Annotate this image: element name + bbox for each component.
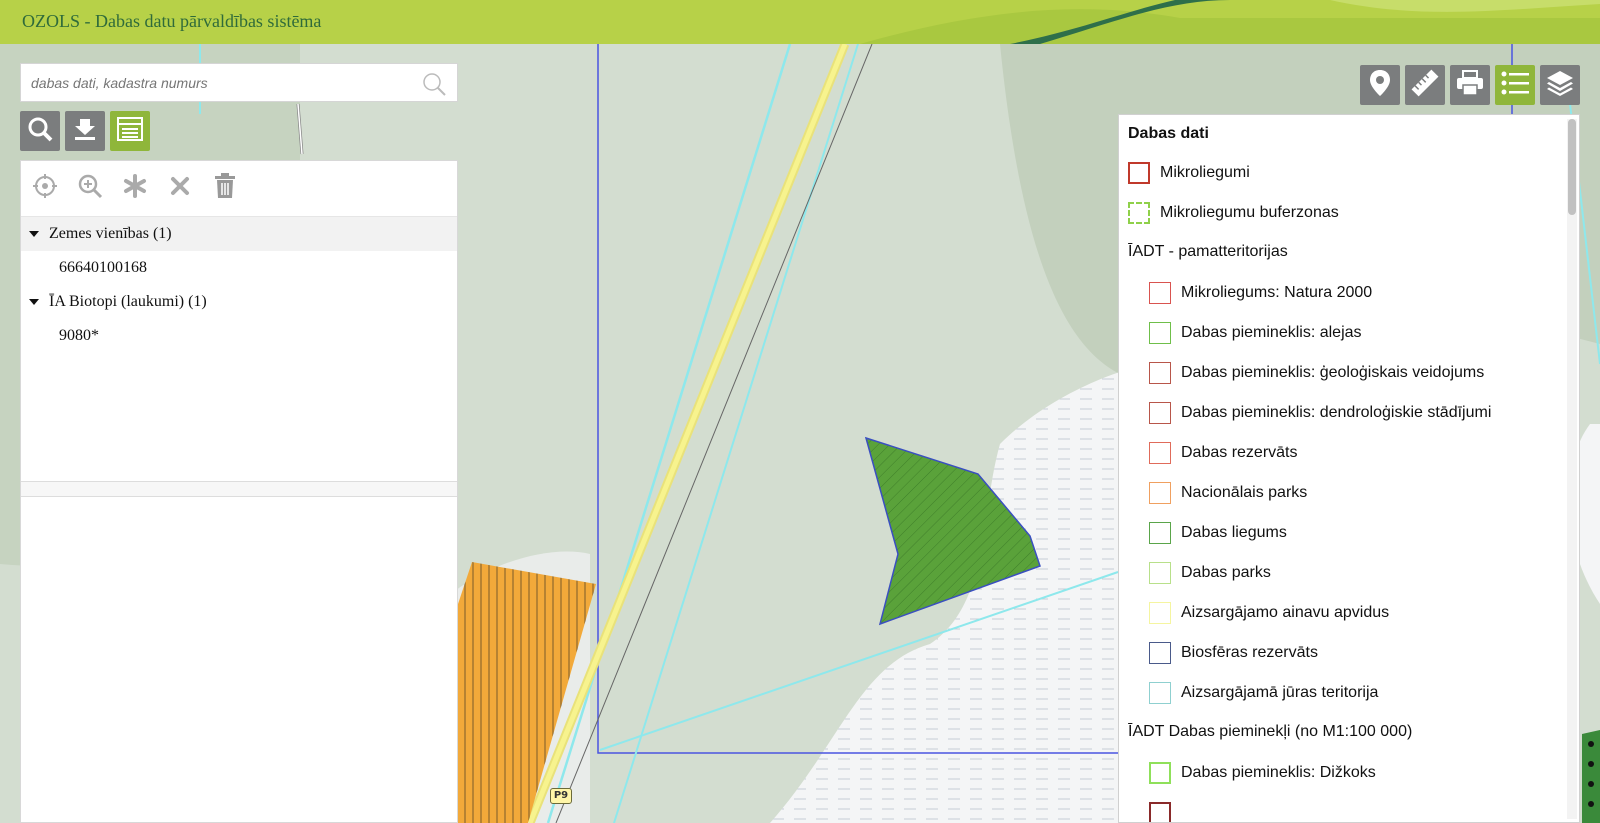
crosshair-icon [33,173,57,203]
legend-swatch [1149,682,1171,704]
legend-item[interactable]: Dabas rezervāts [1149,441,1298,465]
zoom-to-button[interactable] [76,174,104,202]
legend-item-label: Dabas piemineklis: dendroloģiskie stādīj… [1181,404,1492,421]
legend-item[interactable]: Dabas piemineklis: ģeoloģiskais veidojum… [1149,361,1484,385]
legend-swatch [1149,642,1171,664]
tree-group-biotopes[interactable]: ĪA Biotopi (laukumi) (1) [21,285,457,319]
search-tool-button[interactable] [20,111,60,151]
legend-section-heading: ĪADT - pamatteritorijas [1128,243,1288,260]
search-input[interactable] [21,64,411,101]
legend-item[interactable]: Mikroliegumi [1128,161,1250,185]
legend-swatch [1128,202,1150,224]
panel-splitter[interactable] [21,481,457,497]
legend-swatch [1149,402,1171,424]
location-button[interactable] [1360,65,1400,105]
tree-group-label: Zemes vienības (1) [49,225,172,242]
legend-item-label: Dabas piemineklis: Dižkoks [1181,764,1376,781]
list-icon [1501,71,1529,100]
legend-item[interactable]: Dabas piemineklis: Dižkoks [1149,761,1376,785]
clear-selection-button[interactable] [166,174,194,202]
search-icon[interactable] [421,71,447,102]
measure-button[interactable] [1405,65,1445,105]
legend-item-label: Mikroliegumi [1160,164,1250,181]
legend-item[interactable]: Dabas piemineklis: dendroloģiskie stādīj… [1149,401,1491,425]
download-icon [72,116,98,147]
legend-swatch [1149,602,1171,624]
tree-group-label: ĪA Biotopi (laukumi) (1) [49,293,207,310]
legend-item-label: Dabas rezervāts [1181,444,1298,461]
download-button[interactable] [65,111,105,151]
legend-item-label: Mikroliegums: Natura 2000 [1181,284,1373,301]
legend-swatch [1149,362,1171,384]
legend-swatch [1149,762,1171,784]
results-panel: Zemes vienības (1) 66640100168 ĪA Biotop… [20,160,458,823]
layers-button[interactable] [1540,65,1580,105]
map-pin-icon [1368,69,1392,102]
legend-swatch [1149,522,1171,544]
legend-title: Dabas dati [1128,125,1209,142]
legend-item[interactable]: Dabas liegums [1149,521,1287,545]
ruler-icon [1411,69,1439,102]
tree-group-land-units[interactable]: Zemes vienības (1) [21,217,457,251]
printer-icon [1456,69,1484,101]
legend-scrollbar-thumb[interactable] [1568,119,1576,215]
legend-item[interactable]: Dabas piemineklis: alejas [1149,321,1362,345]
legend-section-heading: ĪADT Dabas pieminekļi (no M1:100 000) [1128,723,1413,740]
asterisk-icon [123,173,147,203]
legend-item-label: Mikroliegumu buferzonas [1160,204,1339,221]
results-list-button[interactable] [110,111,150,151]
magnifier-icon [26,115,54,148]
legend-swatch [1149,322,1171,344]
tree-item-biotope[interactable]: 9080* [21,319,457,353]
legend-item-label: Dabas piemineklis: alejas [1181,324,1362,341]
legend-item-label: Aizsargājamo ainavu apvidus [1181,604,1390,621]
legend-item-label: Biosfēras rezervāts [1181,644,1318,661]
legend-item-label: Dabas liegums [1181,524,1287,541]
legend-panel: Dabas dati Mikroliegumi Mikroliegumu buf… [1118,114,1580,823]
legend-item[interactable]: Mikroliegumu buferzonas [1128,201,1339,225]
app-header: OZOLS - Dabas datu pārvaldības sistēma [0,0,1600,44]
legend-swatch [1128,162,1150,184]
legend-item-label: Nacionālais parks [1181,484,1308,501]
legend-item[interactable]: Nacionālais parks [1149,481,1307,505]
road-label: P9 [550,788,572,804]
legend-swatch [1149,282,1171,304]
legend-item[interactable]: Aizsargājamā jūras teritorija [1149,681,1378,705]
caret-down-icon[interactable] [29,299,39,305]
table-list-icon [117,116,143,146]
legend-item[interactable]: Mikroliegums: Natura 2000 [1149,281,1372,305]
legend-swatch [1149,802,1171,822]
trash-icon [214,172,236,204]
caret-down-icon[interactable] [29,231,39,237]
legend-item-label: Dabas piemineklis: ģeoloģiskais veidojum… [1181,364,1485,381]
locate-button[interactable] [31,173,59,203]
print-button[interactable] [1450,65,1490,105]
highlight-button[interactable] [121,173,149,203]
legend-item-label: Aizsargājamā jūras teritorija [1181,684,1379,701]
tree-item-cadastre[interactable]: 66640100168 [21,251,457,285]
legend-button[interactable] [1495,65,1535,105]
legend-swatch [1149,482,1171,504]
results-toolbar [21,161,457,217]
legend-swatch [1149,562,1171,584]
legend-item[interactable]: Aizsargājamo ainavu apvidus [1149,601,1389,625]
delete-button[interactable] [211,172,239,204]
legend-item-partial [1149,801,1181,822]
zoom-in-icon [77,173,103,204]
close-icon [170,176,190,201]
legend-item-label: Dabas parks [1181,564,1271,581]
legend-item[interactable]: Dabas parks [1149,561,1271,585]
legend-scrollbar[interactable] [1567,119,1577,819]
legend-item[interactable]: Biosfēras rezervāts [1149,641,1318,665]
app-title: OZOLS - Dabas datu pārvaldības sistēma [22,11,322,31]
search-box[interactable] [20,63,458,102]
legend-swatch [1149,442,1171,464]
layers-icon [1546,69,1574,102]
